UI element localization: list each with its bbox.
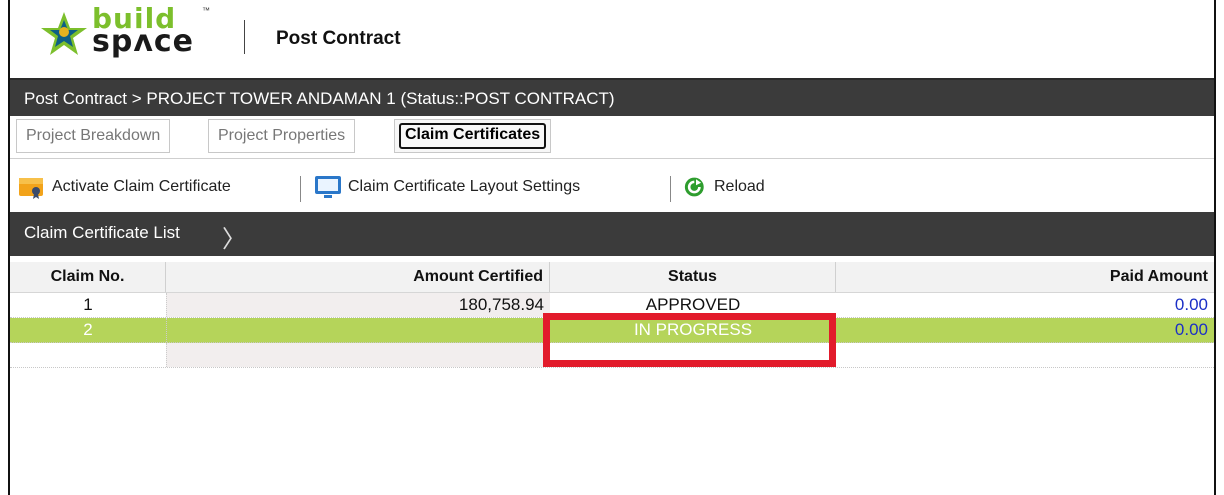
column-header-paid-amount[interactable]: Paid Amount xyxy=(836,262,1214,292)
activate-claim-certificate-label: Activate Claim Certificate xyxy=(52,178,231,195)
column-header-claim-no[interactable]: Claim No. xyxy=(10,262,166,292)
claim-certificate-list-bar: Claim Certificate List 〉 xyxy=(10,212,1214,256)
toolbar: Activate Claim Certificate Claim Certifi… xyxy=(10,164,1214,208)
buildspace-logo[interactable]: build spʌce ™ xyxy=(32,2,222,64)
claim-no-cell: 2 xyxy=(83,320,93,339)
tab-project-breakdown[interactable]: Project Breakdown xyxy=(16,119,171,153)
app-window: build spʌce ™ Post Contract Post Contrac… xyxy=(8,0,1216,495)
claim-no-cell: 1 xyxy=(83,295,93,314)
activate-claim-certificate-button[interactable]: Activate Claim Certificate xyxy=(18,174,231,200)
page-title: Post Contract xyxy=(276,28,401,49)
chevron-right-icon[interactable]: 〉 xyxy=(222,219,246,254)
table-row-selected[interactable]: 2 IN PROGRESS 0.00 xyxy=(10,318,1214,343)
amount-certified-cell: 180,758.94 xyxy=(166,293,550,317)
breadcrumb-bar: Post Contract > PROJECT TOWER ANDAMAN 1 … xyxy=(10,80,1214,116)
table-row-empty[interactable] xyxy=(10,343,1214,368)
table-row[interactable]: 1 180,758.94 APPROVED 0.00 xyxy=(10,293,1214,318)
column-header-status[interactable]: Status xyxy=(550,262,836,292)
reload-button[interactable]: Reload xyxy=(684,174,765,200)
amount-certified-cell xyxy=(166,343,550,367)
grid-header: Claim No. Amount Certified Status Paid A… xyxy=(10,262,1214,293)
amount-certified-cell xyxy=(166,318,550,342)
tab-project-properties[interactable]: Project Properties xyxy=(208,119,356,153)
logo-star-icon xyxy=(41,12,87,55)
layout-settings-button[interactable]: Claim Certificate Layout Settings xyxy=(314,174,580,200)
paid-amount-link[interactable]: 0.00 xyxy=(836,293,1214,317)
reload-label: Reload xyxy=(714,178,765,195)
paid-amount-cell xyxy=(836,343,1214,367)
certificate-icon xyxy=(19,178,43,199)
claim-no-cell xyxy=(10,343,166,367)
tab-claim-certificates[interactable]: Claim Certificates xyxy=(394,119,552,153)
status-cell xyxy=(550,343,836,367)
monitor-icon xyxy=(315,176,341,198)
toolbar-separator xyxy=(300,176,301,202)
logo-space-text: spʌce xyxy=(92,24,195,59)
tab-claim-certificates-label: Claim Certificates xyxy=(399,123,547,149)
app-header: build spʌce ™ Post Contract xyxy=(10,0,1214,80)
list-title: Claim Certificate List xyxy=(24,223,180,242)
status-cell: IN PROGRESS xyxy=(633,320,753,339)
reload-icon xyxy=(684,177,704,197)
toolbar-separator xyxy=(670,176,671,202)
status-cell: APPROVED xyxy=(645,295,741,314)
logo-trademark: ™ xyxy=(202,6,210,15)
header-divider xyxy=(244,20,245,54)
layout-settings-label: Claim Certificate Layout Settings xyxy=(348,178,581,195)
paid-amount-link[interactable]: 0.00 xyxy=(836,318,1214,342)
column-header-amount-certified[interactable]: Amount Certified xyxy=(166,262,550,292)
breadcrumb: Post Contract > PROJECT TOWER ANDAMAN 1 … xyxy=(24,89,615,108)
tab-bar: Project Breakdown Project Properties Cla… xyxy=(10,116,1214,159)
